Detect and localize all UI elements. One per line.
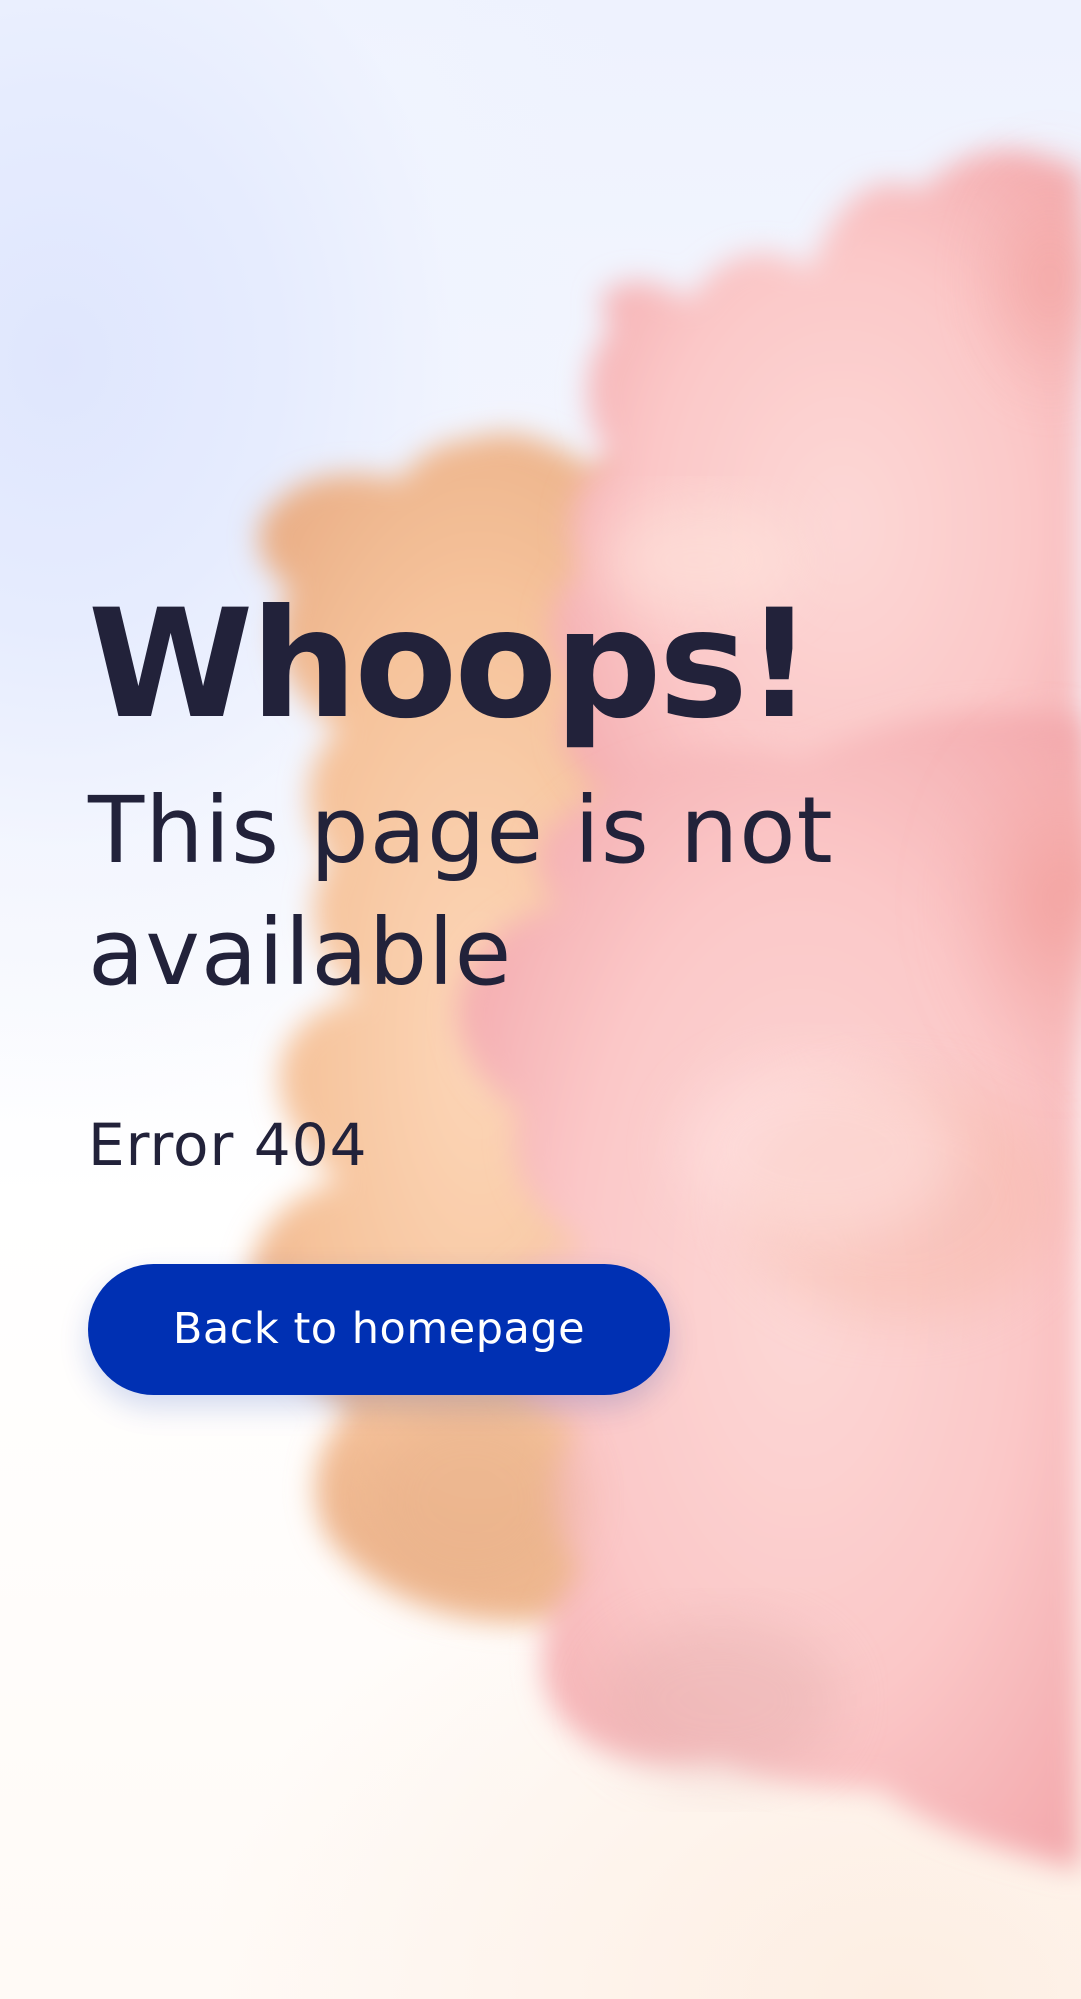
error-headline: Whoops!: [88, 578, 813, 752]
error-content: Whoops! This page is not available Error…: [88, 590, 988, 1395]
back-to-homepage-button[interactable]: Back to homepage: [88, 1263, 670, 1395]
error-code: Error 404: [88, 1111, 368, 1179]
error-page: Whoops! This page is not available Error…: [0, 0, 1081, 1999]
error-message: This page is not available: [88, 777, 834, 1006]
